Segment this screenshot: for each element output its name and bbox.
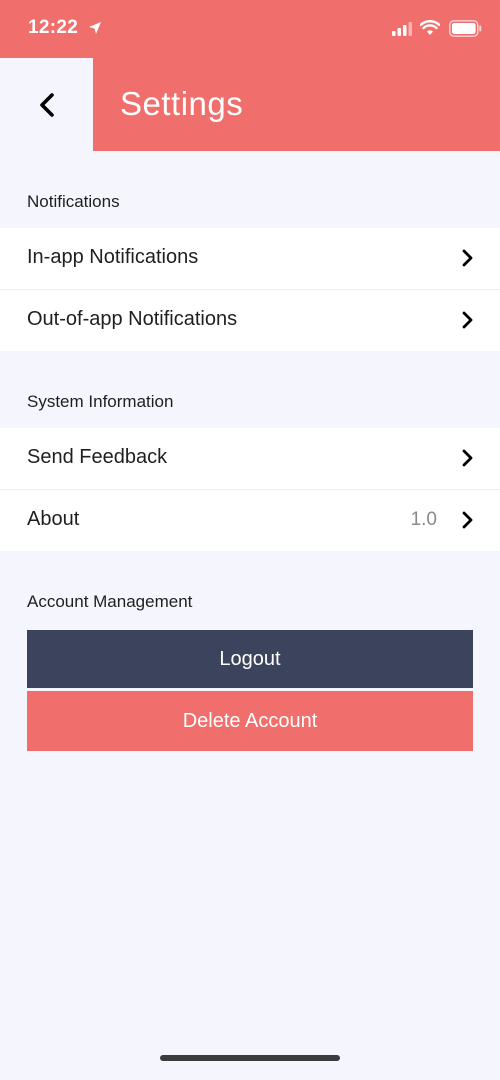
home-indicator[interactable] — [160, 1055, 340, 1061]
logout-button[interactable]: Logout — [27, 630, 473, 688]
out-of-app-notifications-row[interactable]: Out-of-app Notifications — [0, 290, 500, 351]
status-bar: 12:22 — [0, 0, 500, 58]
chevron-right-icon — [462, 311, 473, 329]
chevron-right-icon — [462, 511, 473, 529]
row-label: About — [27, 508, 80, 530]
chevron-left-icon — [39, 92, 54, 117]
version-value: 1.0 — [410, 509, 437, 530]
wifi-icon — [420, 20, 440, 35]
section-header-notifications: Notifications — [27, 192, 120, 211]
title-bar: Settings — [93, 58, 500, 151]
location-arrow-icon — [89, 22, 101, 34]
delete-account-button[interactable]: Delete Account — [27, 691, 473, 751]
battery-icon — [449, 20, 482, 37]
header: Settings — [0, 58, 500, 151]
about-row[interactable]: About 1.0 — [0, 490, 500, 551]
in-app-notifications-row[interactable]: In-app Notifications — [0, 228, 500, 289]
row-label: Out-of-app Notifications — [27, 308, 238, 330]
row-label: In-app Notifications — [27, 246, 199, 268]
section-header-system-information: System Information — [27, 392, 174, 411]
send-feedback-row[interactable]: Send Feedback — [0, 428, 500, 489]
section-header-account-management: Account Management — [27, 592, 193, 611]
chevron-right-icon — [462, 249, 473, 267]
back-button[interactable] — [0, 58, 93, 151]
row-label: Send Feedback — [27, 446, 168, 468]
page-title: Settings — [120, 85, 244, 122]
status-time: 12:22 — [28, 17, 79, 38]
chevron-right-icon — [462, 449, 473, 467]
signal-icon — [392, 22, 412, 36]
